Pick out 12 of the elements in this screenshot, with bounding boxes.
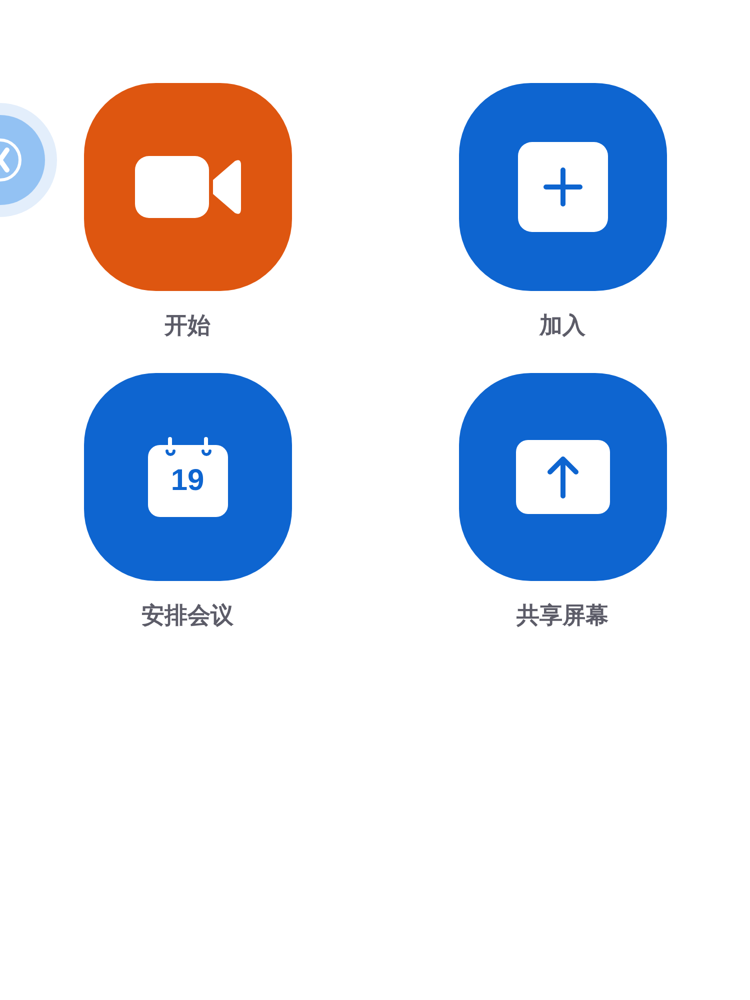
action-label: 共享屏幕 bbox=[516, 602, 608, 631]
join-button[interactable] bbox=[458, 83, 666, 291]
video-button[interactable] bbox=[84, 83, 292, 291]
calendar-date: 19 bbox=[170, 463, 206, 499]
calendar-button[interactable]: 19 bbox=[84, 373, 292, 581]
plus-icon bbox=[518, 142, 608, 232]
video-camera-icon bbox=[134, 156, 240, 218]
share-button[interactable] bbox=[458, 373, 666, 581]
action-label: 加入 bbox=[540, 312, 586, 341]
action-label: 开始 bbox=[164, 312, 210, 341]
calendar-icon bbox=[148, 437, 228, 517]
action-label: 安排会议 bbox=[142, 602, 234, 631]
